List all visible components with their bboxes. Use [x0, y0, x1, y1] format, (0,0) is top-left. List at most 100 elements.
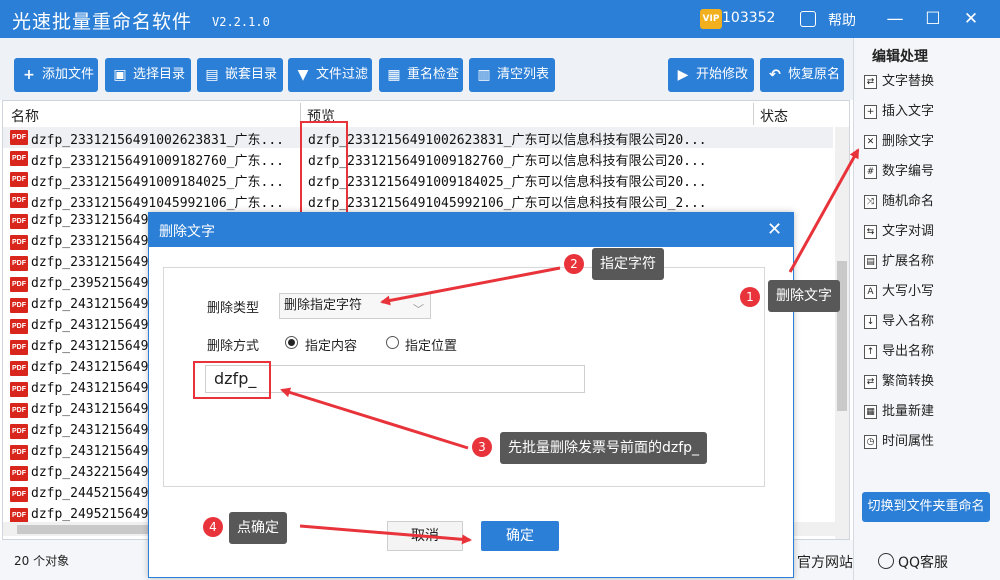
- delete-icon: ✕: [864, 135, 877, 149]
- export-icon: ↑: [864, 345, 877, 359]
- shuffle-icon: ⤨: [864, 195, 877, 209]
- ok-button[interactable]: 确定: [481, 521, 559, 551]
- annotation-tooltip-3: 先批量删除发票号前面的dzfp_: [500, 432, 708, 464]
- pdf-file-icon: PDF: [10, 319, 28, 334]
- option-specified-content[interactable]: 指定内容: [305, 335, 357, 354]
- swap-icon: ⇆: [864, 225, 877, 239]
- pdf-file-icon: PDF: [10, 424, 28, 439]
- toolbar: + 添加文件 ▣ 选择目录 ▤ 嵌套目录 ▼ 文件过滤 ▦ 重名检查 ▥ 清空列表 ▶ 开始修…: [0, 38, 853, 100]
- panel-item-convert[interactable]: ⇄ 繁简转换: [864, 370, 934, 394]
- panel-item-import[interactable]: ↓ 导入名称: [864, 310, 934, 334]
- clear-list-button[interactable]: ▥ 清空列表: [469, 58, 555, 92]
- column-name[interactable]: 名称: [11, 106, 39, 126]
- folder-plus-icon: ▣: [113, 67, 127, 83]
- plus-icon: +: [23, 67, 35, 83]
- panel-item-extension[interactable]: ▤ 扩展名称: [864, 250, 934, 274]
- radio-specified-position[interactable]: [386, 336, 399, 349]
- column-status[interactable]: 状态: [760, 106, 788, 126]
- row-name: dzfp_23312156491002623831_广东...: [31, 133, 284, 148]
- pdf-file-icon: PDF: [10, 382, 28, 397]
- object-count: 20 个对象: [14, 554, 70, 568]
- pdf-file-icon: PDF: [10, 340, 28, 355]
- prefix-highlight-box: [300, 121, 348, 214]
- panel-item-export[interactable]: ↑ 导出名称: [864, 340, 934, 364]
- nested-dir-button[interactable]: ▤ 嵌套目录: [197, 58, 283, 92]
- switch-folder-button[interactable]: 切换到文件夹重命名: [862, 492, 990, 522]
- table-row[interactable]: PDF dzfp_23312156491009184025_广东... dzfp_2…: [3, 169, 833, 190]
- panel-item-case[interactable]: A 大写小写: [864, 280, 934, 304]
- vip-icon[interactable]: VIP: [700, 9, 722, 29]
- close-icon[interactable]: ✕: [767, 219, 782, 240]
- dialog-header: 删除文字 ✕: [149, 213, 793, 247]
- pdf-file-icon: PDF: [10, 151, 28, 166]
- maximize-button[interactable]: ☐: [920, 6, 946, 32]
- row-name: dzfp_23312156491009184025_广东...: [31, 175, 284, 190]
- option-specified-position[interactable]: 指定位置: [405, 335, 457, 354]
- trash-icon: ▥: [477, 67, 491, 83]
- annotation-number-4: 4: [203, 517, 223, 537]
- pdf-file-icon: PDF: [10, 466, 28, 481]
- website-link[interactable]: 官方网站: [797, 552, 853, 572]
- minimize-button[interactable]: —: [882, 6, 908, 32]
- help-button[interactable]: 帮助: [828, 10, 856, 30]
- start-button[interactable]: ▶ 开始修改: [668, 58, 754, 92]
- pdf-file-icon: PDF: [10, 256, 28, 271]
- pdf-file-icon: PDF: [10, 172, 28, 187]
- row-preview: dzfp_23312156491009184025_广东可以信息科技有限公司20…: [308, 175, 707, 190]
- annotation-number-1: 1: [740, 287, 760, 307]
- table-row[interactable]: PDF dzfp_23312156491009182760_广东... dzfp_2…: [3, 148, 833, 169]
- delete-type-label: 删除类型: [207, 301, 260, 316]
- pdf-file-icon: PDF: [10, 214, 28, 229]
- panel-item-insert[interactable]: + 插入文字: [864, 100, 934, 124]
- row-name: dzfp_23312156491045992106_广东...: [31, 196, 284, 211]
- vip-number: 103352: [722, 10, 776, 26]
- annotation-tooltip-2: 指定字符: [592, 248, 664, 280]
- annotation-number-3: 3: [472, 437, 492, 457]
- radio-specified-content[interactable]: [285, 336, 298, 349]
- row-preview: dzfp_23312156491045992106_广东可以信息科技有限公司_2…: [308, 196, 707, 211]
- insert-icon: +: [864, 105, 877, 119]
- delete-type-select[interactable]: 删除指定字符 ﹀: [279, 293, 431, 319]
- qq-icon[interactable]: [878, 553, 894, 569]
- file-filter-button[interactable]: ▼ 文件过滤: [288, 58, 372, 92]
- restore-button[interactable]: ↶ 恢复原名: [760, 58, 844, 92]
- table-row[interactable]: PDF dzfp_23312156491002623831_广东... dzfp_2…: [3, 127, 833, 148]
- panel-item-delete[interactable]: ✕ 删除文字: [864, 130, 934, 154]
- filter-icon: ▼: [297, 67, 309, 83]
- cancel-button[interactable]: 取消: [387, 521, 463, 551]
- close-button[interactable]: ✕: [958, 6, 984, 32]
- batch-new-icon: ▦: [864, 405, 877, 419]
- app-title: 光速批量重命名软件: [12, 11, 193, 33]
- annotation-tooltip-1: 删除文字: [768, 280, 840, 312]
- pdf-file-icon: PDF: [10, 298, 28, 313]
- rename-check-button[interactable]: ▦ 重名检查: [379, 58, 463, 92]
- play-icon: ▶: [677, 67, 689, 83]
- delete-method-label: 删除方式: [207, 339, 260, 354]
- panel-item-swap[interactable]: ⇆ 文字对调: [864, 220, 934, 244]
- pdf-file-icon: PDF: [10, 130, 28, 145]
- folder-icon: ▤: [205, 67, 219, 83]
- panel-title: 编辑处理: [872, 49, 928, 65]
- row-preview: dzfp_23312156491002623831_广东可以信息科技有限公司20…: [308, 133, 707, 148]
- help-icon[interactable]: [800, 11, 816, 27]
- annotation-tooltip-4: 点确定: [229, 512, 287, 544]
- panel-item-time[interactable]: ◷ 时间属性: [864, 430, 934, 454]
- check-doc-icon: ▦: [387, 67, 401, 83]
- dialog-title: 删除文字: [159, 224, 215, 240]
- panel-item-batch-new[interactable]: ▦ 批量新建: [864, 400, 934, 424]
- select-dir-button[interactable]: ▣ 选择目录: [105, 58, 191, 92]
- column-divider[interactable]: [753, 103, 754, 125]
- pdf-file-icon: PDF: [10, 277, 28, 292]
- undo-icon: ↶: [769, 67, 781, 83]
- pdf-file-icon: PDF: [10, 508, 28, 523]
- clock-icon: ◷: [864, 435, 877, 449]
- add-file-button[interactable]: + 添加文件: [14, 58, 98, 92]
- qq-support-link[interactable]: QQ客服: [898, 552, 948, 572]
- panel-item-number[interactable]: # 数字编号: [864, 160, 934, 184]
- panel-item-replace[interactable]: ⇄ 文字替换: [864, 70, 934, 94]
- pdf-file-icon: PDF: [10, 193, 28, 208]
- panel-item-random[interactable]: ⤨ 随机命名: [864, 190, 934, 214]
- table-row[interactable]: PDF dzfp_23312156491045992106_广东... dzfp_2…: [3, 190, 833, 211]
- pdf-file-icon: PDF: [10, 487, 28, 502]
- number-icon: #: [864, 165, 877, 179]
